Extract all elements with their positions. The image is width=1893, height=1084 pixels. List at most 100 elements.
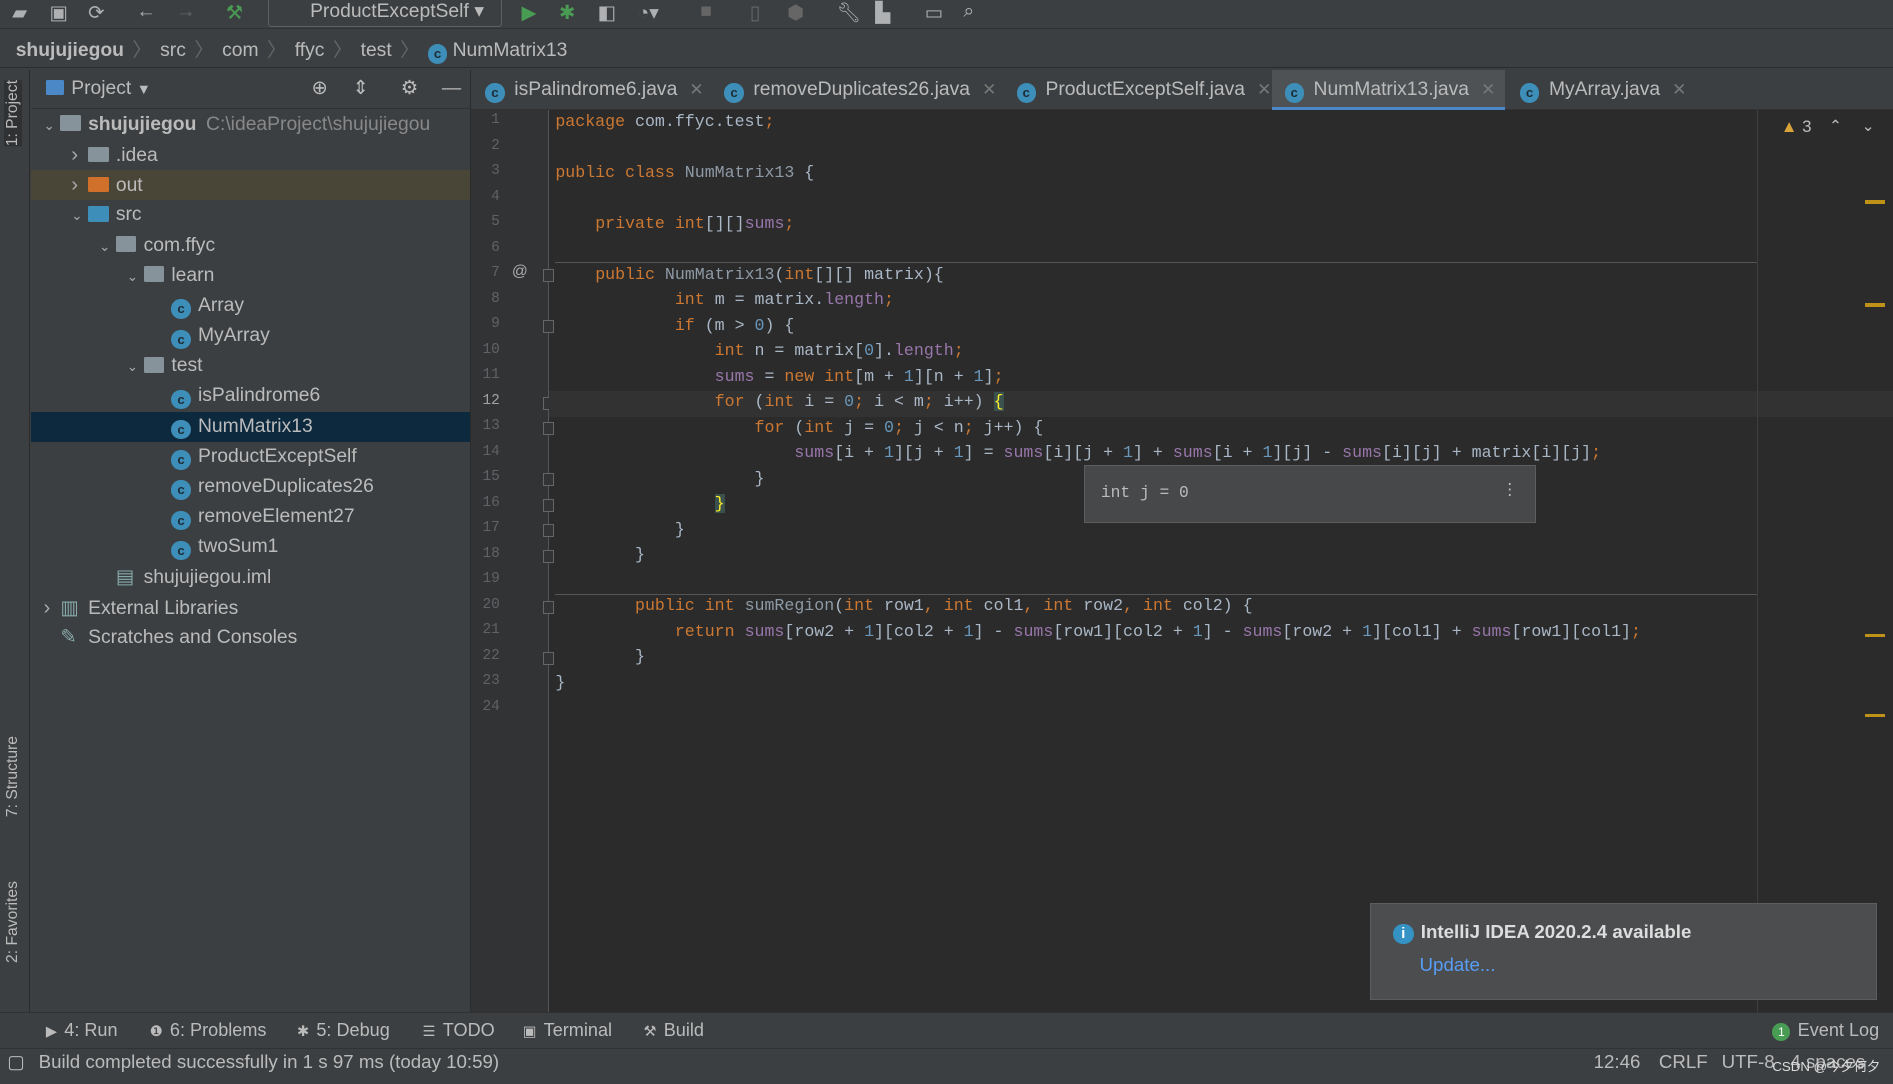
code-line[interactable]: } (555, 491, 725, 516)
tab-ispalindrome6[interactable]: c isPalindrome6.java ✕ (473, 70, 710, 110)
tree-item[interactable]: c NumMatrix13 (31, 411, 470, 442)
line-number[interactable]: 16 (471, 495, 499, 511)
line-number[interactable]: 1 (471, 112, 500, 128)
line-number[interactable]: 5 (471, 214, 500, 230)
forward-icon[interactable]: → (176, 1, 195, 23)
tree-item[interactable]: › out (31, 170, 470, 201)
update-link[interactable]: Update... (1398, 954, 1850, 976)
fold-marker-icon[interactable] (543, 600, 555, 614)
code-line[interactable]: } (555, 542, 645, 567)
chevron-down-icon[interactable]: ⌄ (43, 111, 60, 141)
line-number[interactable]: 10 (471, 342, 499, 358)
tab-removeduplicates26[interactable]: c removeDuplicates26.java ✕ (712, 70, 1002, 110)
chevron-down-icon[interactable]: ⌄ (127, 352, 144, 382)
tree-item[interactable]: ⌄ shujujiegou C:\ideaProject\shujujiegou (31, 110, 469, 140)
close-icon[interactable]: ✕ (982, 80, 996, 99)
code-line[interactable]: private int[][]sums; (555, 211, 794, 236)
breadcrumb-src[interactable]: src (160, 40, 186, 61)
collapse-all-icon[interactable]: ⇕ (353, 70, 369, 109)
line-number[interactable]: 23 (471, 673, 499, 689)
tool-window-problems[interactable]: ❶ 6: Problems (150, 1020, 267, 1041)
code-line[interactable]: int m = matrix.length; (555, 287, 894, 312)
tree-item[interactable]: ✎ Scratches and Consoles (31, 623, 469, 653)
tool-window-debug[interactable]: ✱ 5: Debug (297, 1020, 390, 1041)
code-line[interactable]: } (555, 517, 685, 542)
back-icon[interactable]: ← (136, 1, 155, 23)
close-icon[interactable]: ✕ (689, 80, 703, 99)
gear-icon[interactable]: ⚙ (401, 70, 418, 109)
fold-marker-icon[interactable] (543, 498, 555, 512)
code-line[interactable]: int n = matrix[0].length; (555, 338, 964, 363)
breadcrumb-com[interactable]: com (222, 40, 258, 61)
fold-marker-icon[interactable] (543, 524, 555, 538)
line-number[interactable]: 7 (471, 265, 500, 281)
tree-item[interactable]: c Array (31, 291, 469, 321)
tree-item[interactable]: c removeElement27 (31, 502, 469, 532)
line-number[interactable]: 11 (471, 367, 499, 383)
tree-item[interactable]: c isPalindrome6 (31, 381, 469, 411)
wrench-icon[interactable]: 🔧︎ (837, 1, 862, 25)
chevron-right-icon[interactable]: › (43, 593, 60, 623)
line-number[interactable]: 22 (471, 648, 499, 664)
next-highlight-icon[interactable]: ⌄ (1862, 116, 1875, 136)
prev-highlight-icon[interactable]: ⌃ (1829, 116, 1842, 136)
line-number[interactable]: 9 (471, 316, 500, 332)
fold-marker-icon[interactable] (543, 319, 555, 334)
terminal-window-icon[interactable]: ▭ (925, 1, 943, 25)
code-line[interactable]: } (555, 670, 565, 695)
file-encoding[interactable]: UTF-8 (1722, 1049, 1775, 1076)
chevron-down-icon[interactable]: ⌄ (127, 262, 144, 292)
tree-item[interactable]: › ▥ External Libraries (31, 593, 469, 623)
tool-tab-structure[interactable]: 7: Structure (4, 736, 22, 817)
more-options-icon[interactable]: ⋮ (1501, 480, 1517, 500)
tree-item[interactable]: c twoSum1 (31, 532, 469, 562)
line-number[interactable]: 15 (471, 469, 499, 485)
device-icon[interactable]: ▯ (750, 1, 761, 25)
line-separator[interactable]: CRLF (1659, 1049, 1708, 1076)
code-line[interactable]: public class NumMatrix13 { (555, 160, 814, 185)
code-line[interactable]: return sums[row2 + 1][col2 + 1] - sums[r… (555, 619, 1641, 644)
chevron-right-icon[interactable]: › (71, 140, 88, 170)
coverage-icon[interactable]: ◧ (598, 1, 616, 25)
code-line[interactable]: sums = new int[m + 1][n + 1]; (555, 364, 1004, 389)
tree-item[interactable]: c ProductExceptSelf (31, 442, 469, 472)
code-line[interactable]: sums[i + 1][j + 1] = sums[i][j + 1] + su… (555, 440, 1601, 465)
line-number[interactable]: 2 (471, 138, 500, 154)
tool-window-run[interactable]: ▶ 4: Run (46, 1020, 118, 1041)
open-folder-icon[interactable]: ▰ (12, 1, 27, 25)
close-icon[interactable]: ✕ (1481, 80, 1495, 99)
tool-window-todo[interactable]: ☰ TODO (423, 1020, 495, 1041)
code-line[interactable]: public NumMatrix13(int[][] matrix){ (555, 262, 944, 287)
tree-item[interactable]: ⌄ com.ffyc (31, 231, 469, 261)
line-number[interactable]: 20 (471, 597, 499, 613)
sdk-icon[interactable]: ⬢ (787, 1, 804, 25)
code-line[interactable]: package com.ffyc.test; (555, 109, 774, 134)
tree-item[interactable]: c MyArray (31, 321, 469, 351)
line-number[interactable]: 21 (471, 622, 499, 638)
fold-marker-icon[interactable] (543, 651, 555, 665)
line-number[interactable]: 14 (471, 444, 499, 460)
project-view-dropdown[interactable]: Project (71, 78, 131, 99)
toggle-tool-windows-icon[interactable]: ▢ (7, 1049, 25, 1076)
chevron-down-icon[interactable]: ▼ (137, 82, 151, 98)
line-number[interactable]: 24 (471, 699, 499, 715)
code-editor[interactable]: 1 2 3 4 5 6 7 8 9 10 11 12 13 14 15 16 17 18 19 20 21 22 23 24 @… (470, 109, 1893, 1012)
line-number[interactable]: 4 (471, 189, 500, 205)
line-number[interactable]: 3 (471, 163, 500, 179)
save-icon[interactable]: ▣ (49, 1, 67, 25)
run-icon[interactable]: ▶ (522, 1, 537, 25)
line-number[interactable]: 19 (471, 571, 499, 587)
breadcrumb-test[interactable]: test (361, 40, 392, 61)
tab-nummatrix13[interactable]: c NumMatrix13.java ✕ (1272, 70, 1506, 110)
code-line[interactable]: for (int i = 0; i < m; i++) { (555, 389, 1004, 414)
line-number[interactable]: 8 (471, 291, 500, 307)
chevron-down-icon[interactable]: ⌄ (71, 201, 88, 231)
line-number[interactable]: 6 (471, 240, 500, 256)
tree-item[interactable]: › .idea (31, 140, 469, 170)
tree-item[interactable]: c removeDuplicates26 (31, 472, 469, 502)
warning-marker[interactable] (1865, 200, 1885, 205)
run-config-dropdown[interactable]: ProductExceptSelf ▾ (268, 0, 503, 27)
tree-item[interactable]: ⌄ learn (31, 261, 469, 291)
status-message[interactable]: Build completed successfully in 1 s 97 m… (39, 1049, 500, 1076)
close-icon[interactable]: ✕ (1672, 80, 1686, 99)
